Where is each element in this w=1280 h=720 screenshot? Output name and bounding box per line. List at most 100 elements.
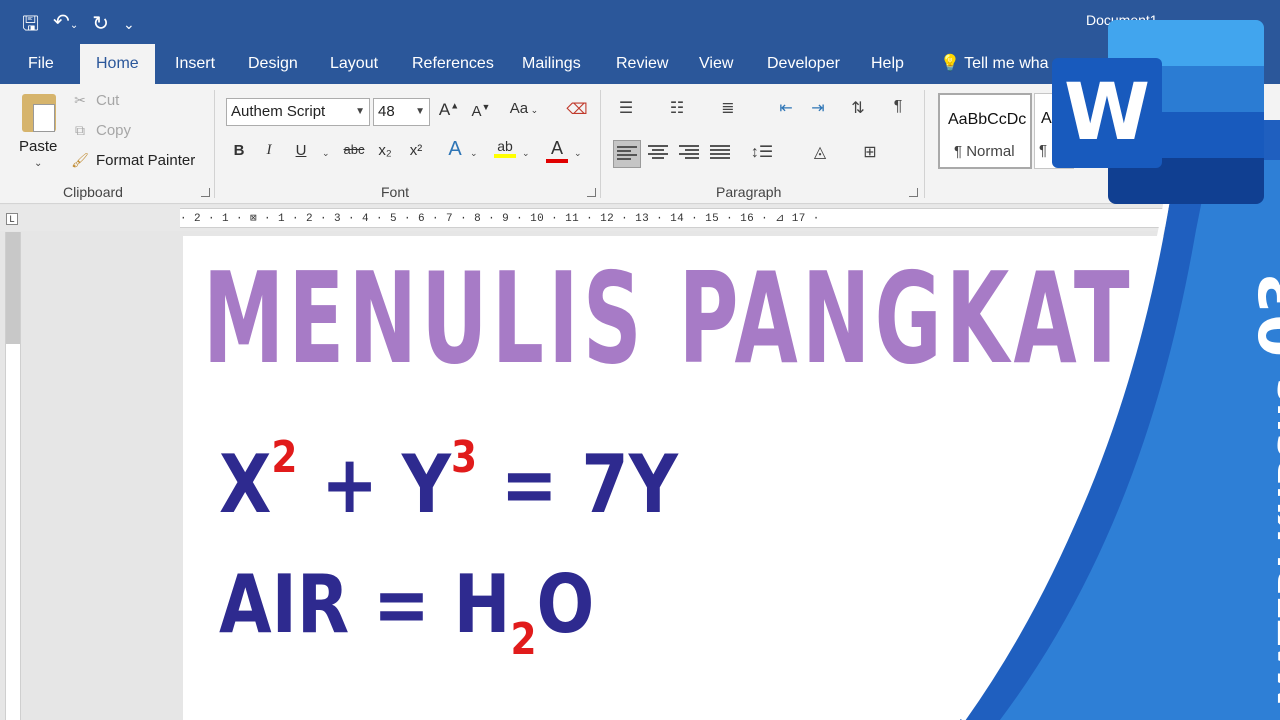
align-right-icon[interactable] <box>677 144 701 166</box>
paragraph-group-label: Paragraph <box>716 184 782 200</box>
tab-mailings[interactable]: Mailings <box>520 44 583 84</box>
page-title: MENULIS PANGKAT <box>203 245 1134 392</box>
borders-icon[interactable]: ⊞ <box>858 142 882 164</box>
scissors-icon: ✂ <box>74 92 86 108</box>
tab-references[interactable]: References <box>410 44 496 84</box>
redo-icon[interactable]: ↻ <box>92 10 109 38</box>
divider <box>214 90 215 198</box>
shrink-font-icon[interactable]: A▼ <box>470 102 492 120</box>
tab-file[interactable]: File <box>26 44 56 84</box>
document-page[interactable]: MENULIS PANGKAT X2 + Y3 = 7Y AIR = H2O <box>183 236 1183 720</box>
font-color-icon[interactable]: A <box>546 138 568 163</box>
copy-icon: ⧉ <box>75 122 85 138</box>
exponent: 3 <box>451 432 478 483</box>
chevron-down-icon[interactable]: ⌄ <box>522 148 530 159</box>
series-label: MATERI KURSUS <box>1272 377 1280 706</box>
change-case-button[interactable]: Aa ⌄ <box>506 100 542 117</box>
tab-developer[interactable]: Developer <box>765 44 842 84</box>
exponent: 2 <box>271 432 298 483</box>
align-left-icon[interactable] <box>613 140 641 168</box>
strikethrough-button[interactable]: abc <box>338 142 370 157</box>
cut-button[interactable]: ✂ Cut <box>70 92 119 109</box>
copy-button[interactable]: ⧉ Copy <box>70 122 131 139</box>
equation-term: AIR = H <box>219 558 511 651</box>
clipboard-launcher-icon[interactable] <box>201 188 210 197</box>
chevron-down-icon[interactable]: ⌄ <box>322 148 330 159</box>
equation-term: + Y <box>297 438 452 531</box>
chevron-down-icon: ▼ <box>415 106 425 117</box>
font-group-label: Font <box>381 184 410 200</box>
font-size-select[interactable]: 48 ▼ <box>373 98 430 126</box>
style-sample: A <box>1041 110 1052 127</box>
superscript-button[interactable]: x² <box>405 142 427 159</box>
line-spacing-icon[interactable]: ↕☰ <box>750 142 774 164</box>
tell-me-box[interactable]: 💡 Tell me wha <box>940 44 1049 84</box>
highlight-color-icon[interactable]: ab <box>494 138 516 158</box>
word-logo: W <box>1052 20 1264 204</box>
style-sample: AaBbCcDc <box>948 111 1027 128</box>
save-icon[interactable]: 🖫 <box>22 10 39 38</box>
decrease-indent-icon[interactable]: ⇤ <box>774 98 798 120</box>
paste-dropdown-icon[interactable]: ⌄ <box>34 158 42 169</box>
equation-term: O <box>536 558 595 651</box>
tab-insert[interactable]: Insert <box>173 44 217 84</box>
equation-term: X <box>219 438 272 531</box>
tab-view[interactable]: View <box>697 44 735 84</box>
divider <box>600 90 601 198</box>
italic-button[interactable]: I <box>258 142 280 159</box>
tab-home[interactable]: Home <box>80 44 155 84</box>
text-effects-icon[interactable]: A <box>444 138 466 161</box>
show-marks-icon[interactable]: ¶ <box>886 98 910 120</box>
lightbulb-icon: 💡 <box>940 55 960 72</box>
word-window: 🖫 ↶⌄ ↻ ⌄ Document1 File Home Insert Desi… <box>0 0 1280 720</box>
logo-letter: W <box>1052 58 1162 168</box>
paragraph-launcher-icon[interactable] <box>909 188 918 197</box>
series-caption: MATERI KURSUS 03 <box>1246 271 1280 706</box>
equation-line: AIR = H2O <box>219 558 594 665</box>
chevron-down-icon[interactable]: ⌄ <box>470 148 478 159</box>
bold-button[interactable]: B <box>228 142 250 159</box>
justify-icon[interactable] <box>708 144 732 166</box>
clear-formatting-icon[interactable]: ⌫ <box>566 100 588 118</box>
ruler-bar[interactable]: · 2 · 1 · ⊠ · 1 · 2 · 3 · 4 · 5 · 6 · 7 … <box>180 208 1170 228</box>
copy-label: Copy <box>96 122 132 139</box>
format-painter-label: Format Painter <box>96 152 196 169</box>
numbering-icon[interactable]: ☷ <box>665 98 689 120</box>
tab-help[interactable]: Help <box>869 44 906 84</box>
sort-icon[interactable]: ⇅ <box>846 98 870 120</box>
paste-icon[interactable] <box>22 94 56 132</box>
ruler-margin <box>6 232 20 344</box>
equation-line: X2 + Y3 = 7Y <box>219 432 678 531</box>
multilevel-list-icon[interactable]: ≣ <box>716 98 740 120</box>
customize-icon[interactable]: ⌄ <box>123 10 135 38</box>
align-center-icon[interactable] <box>646 144 670 166</box>
style-name: ¶ Normal <box>954 143 1015 160</box>
subscript-button[interactable]: x₂ <box>374 142 396 159</box>
paste-button[interactable]: Paste <box>19 138 57 155</box>
grow-font-icon[interactable]: A▲ <box>438 100 460 120</box>
shading-icon[interactable]: ◬ <box>808 142 832 164</box>
style-normal[interactable]: AaBbCcDc ¶ Normal <box>938 93 1032 169</box>
font-launcher-icon[interactable] <box>587 188 596 197</box>
font-size-value: 48 <box>378 103 395 120</box>
increase-indent-icon[interactable]: ⇥ <box>806 98 830 120</box>
format-painter-button[interactable]: 🖌 Format Painter <box>70 152 195 169</box>
tab-layout[interactable]: Layout <box>328 44 380 84</box>
paintbrush-icon: 🖌 <box>71 152 89 168</box>
episode-number: 03 <box>1246 271 1280 358</box>
underline-button[interactable]: U <box>290 142 312 159</box>
bullets-icon[interactable]: ☰ <box>614 98 638 120</box>
chevron-down-icon: ▼ <box>355 106 365 117</box>
undo-icon[interactable]: ↶⌄ <box>53 8 78 40</box>
tell-me-label: Tell me wha <box>964 55 1049 72</box>
vertical-ruler <box>5 232 21 720</box>
tab-selector-icon[interactable]: L <box>6 213 18 225</box>
equation-term: = 7Y <box>477 438 678 531</box>
quick-access-toolbar: 🖫 ↶⌄ ↻ ⌄ <box>22 8 135 40</box>
chevron-down-icon[interactable]: ⌄ <box>574 148 582 159</box>
tab-review[interactable]: Review <box>614 44 670 84</box>
subscript-number: 2 <box>510 614 537 665</box>
tab-design[interactable]: Design <box>246 44 300 84</box>
divider <box>924 90 925 198</box>
font-name-select[interactable]: Authem Script ▼ <box>226 98 370 126</box>
